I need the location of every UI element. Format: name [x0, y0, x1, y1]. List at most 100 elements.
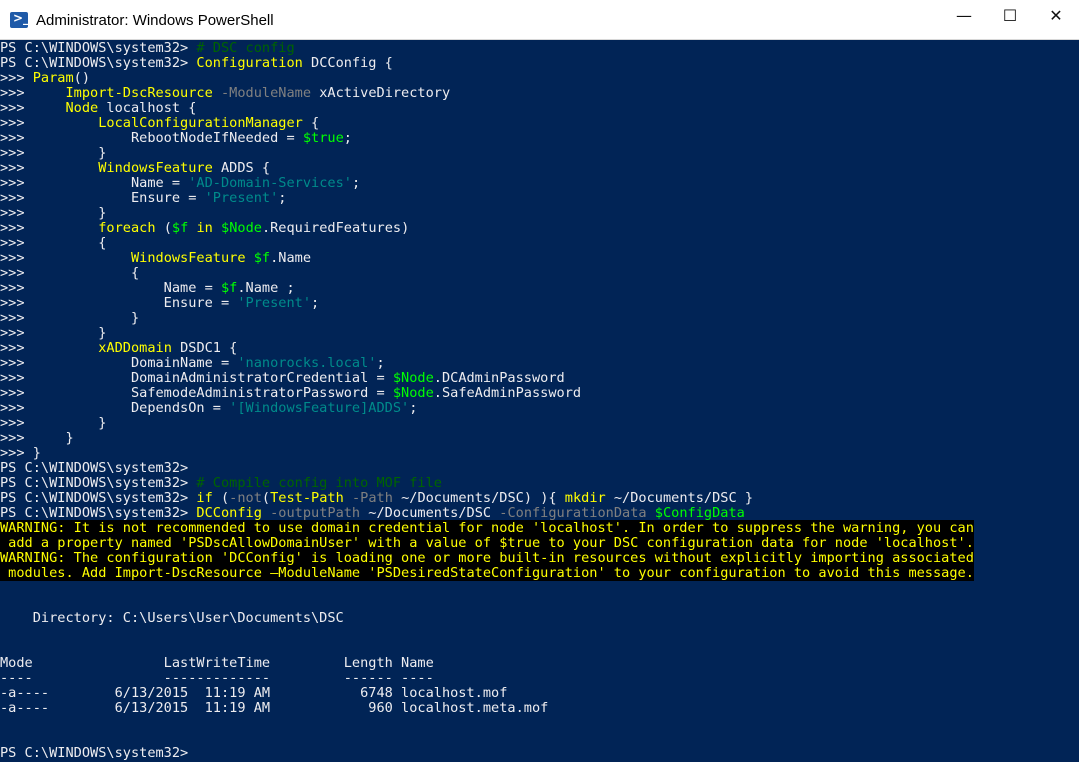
console-text: .Name ;	[237, 280, 295, 296]
console-line: >>> Param()	[0, 71, 90, 86]
console-text: localhost {	[98, 100, 197, 116]
console-output[interactable]: PS C:\WINDOWS\system32> # DSC config PS C…	[0, 41, 1079, 762]
console-text: WindowsFeature	[130, 250, 246, 266]
console-text: WARNING: It is not recommended to use do…	[0, 520, 974, 536]
console-text: ;	[376, 355, 385, 371]
console-text: ;	[409, 400, 418, 416]
console-line: >>> foreach ($f in $Node.RequiredFeature…	[0, 221, 409, 236]
console-line: >>> {	[0, 236, 106, 251]
console-line: WARNING: It is not recommended to use do…	[0, 520, 974, 536]
console-text: >>>	[0, 85, 66, 101]
console-text: >>> }	[0, 415, 107, 431]
console-text: $Node	[392, 385, 434, 401]
console-text: ~/Documents/DSC) ){	[392, 490, 565, 506]
console-text: >>> Name =	[0, 280, 221, 296]
console-text: ;	[351, 175, 361, 191]
console-text: Configuration	[196, 55, 303, 71]
console-text: PS C:\WINDOWS\system32>	[0, 490, 197, 506]
console-text: >>> }	[0, 430, 74, 446]
console-text: >>>	[0, 160, 99, 176]
console-line: >>> }	[0, 311, 139, 326]
console-text: Param	[32, 70, 74, 86]
console-text: >>> }	[0, 445, 41, 461]
console-text: DCConfig	[196, 505, 262, 521]
console-text: $true	[302, 130, 344, 146]
console-text: 'AD-Domain-Services'	[188, 175, 352, 191]
console-text: >>>	[0, 115, 99, 131]
console-line: Directory: C:\Users\User\Documents\DSC	[0, 611, 344, 626]
console-text: modules. Add Import-DscResource –ModuleN…	[0, 565, 974, 581]
console-text: -outputPath	[270, 505, 361, 521]
console-text: >>> }	[0, 310, 140, 326]
console-text: xADDomain	[98, 340, 172, 356]
console-text: >>>	[0, 340, 99, 356]
close-button[interactable]: ✕	[1033, 0, 1079, 32]
close-icon: ✕	[1049, 6, 1063, 25]
console-line: PS C:\WINDOWS\system32> if (-not(Test-Pa…	[0, 491, 753, 506]
console-text: >>>	[0, 220, 99, 236]
maximize-button[interactable]: ☐	[987, 0, 1033, 32]
console-text: >>> Ensure =	[0, 190, 205, 206]
console-text: -ConfigurationData	[499, 505, 647, 521]
console-text: >>> {	[0, 265, 140, 281]
console-line: >>> Ensure = 'Present';	[0, 191, 286, 206]
console-text: .Name	[270, 250, 312, 266]
console-text: >>> DomainAdministratorCredential =	[0, 370, 393, 386]
console-text: 'Present'	[237, 295, 312, 311]
console-text: $Node	[392, 370, 434, 386]
console-text: PS C:\WINDOWS\system32>	[0, 55, 197, 71]
console-text: ()	[73, 70, 91, 86]
console-line: >>> WindowsFeature $f.Name	[0, 251, 311, 266]
console-text: Directory: C:\Users\User\Documents\DSC	[0, 610, 344, 626]
console-text: PS C:\WINDOWS\system32>	[0, 41, 197, 56]
console-text: >>> }	[0, 145, 107, 161]
console-line: PS C:\WINDOWS\system32>	[0, 746, 188, 761]
console-text: $f	[171, 220, 189, 236]
console-text: >>>	[0, 70, 33, 86]
console-line: -a---- 6/13/2015 11:19 AM 6748 localhost…	[0, 686, 507, 701]
window-title: Administrator: Windows PowerShell	[36, 12, 274, 29]
console-text: -a---- 6/13/2015 11:19 AM 6748 localhost…	[0, 685, 508, 701]
console-text: -ModuleName	[221, 85, 312, 101]
console-text: DCConfig {	[302, 55, 393, 71]
console-line: >>> RebootNodeIfNeeded = $true;	[0, 131, 352, 146]
console-text: $f	[220, 280, 238, 296]
console-line: >>> }	[0, 416, 106, 431]
console-text: # DSC config	[196, 41, 295, 56]
console-text: $ConfigData	[654, 505, 745, 521]
minimize-button[interactable]: —	[941, 0, 987, 32]
console-text: ;	[278, 190, 287, 206]
console-text: Node	[65, 100, 99, 116]
console-text: .DCAdminPassword	[433, 370, 565, 386]
maximize-icon: ☐	[1002, 6, 1018, 25]
console-line: PS C:\WINDOWS\system32> Configuration DC…	[0, 56, 393, 71]
console-text: '[WindowsFeature]ADDS'	[229, 400, 410, 416]
console-text: in	[196, 220, 213, 236]
console-text: >>> Name =	[0, 175, 189, 191]
console-line: >>> DependsOn = '[WindowsFeature]ADDS';	[0, 401, 417, 416]
console-text: >>> DomainName =	[0, 355, 238, 371]
console-line: >>> }	[0, 206, 106, 221]
console-text: >>>	[0, 100, 66, 116]
console-text: >>> DependsOn =	[0, 400, 230, 416]
console-text: ---- ------------- ------ ----	[0, 670, 434, 686]
minimize-icon: —	[956, 6, 972, 25]
console-text: >>> SafemodeAdministratorPassword =	[0, 385, 393, 401]
title-bar[interactable]: >_ Administrator: Windows PowerShell — ☐…	[0, 0, 1079, 40]
console-text: (	[212, 490, 230, 506]
console-text: Mode LastWriteTime Length Name	[0, 655, 434, 671]
console-line: >>> DomainAdministratorCredential = $Nod…	[0, 371, 565, 386]
console-text: PS C:\WINDOWS\system32>	[0, 460, 189, 476]
console-text: -not	[229, 490, 262, 506]
powershell-icon: >_	[10, 11, 29, 28]
console-line: -a---- 6/13/2015 11:19 AM 960 localhost.…	[0, 701, 548, 716]
console-text: LocalConfigurationManager	[98, 115, 303, 131]
console-text: >>> }	[0, 325, 107, 341]
console-line: >>> WindowsFeature ADDS {	[0, 161, 270, 176]
console-line: modules. Add Import-DscResource –ModuleN…	[0, 565, 974, 581]
console-text: $f	[253, 250, 271, 266]
console-line: Mode LastWriteTime Length Name	[0, 656, 434, 671]
